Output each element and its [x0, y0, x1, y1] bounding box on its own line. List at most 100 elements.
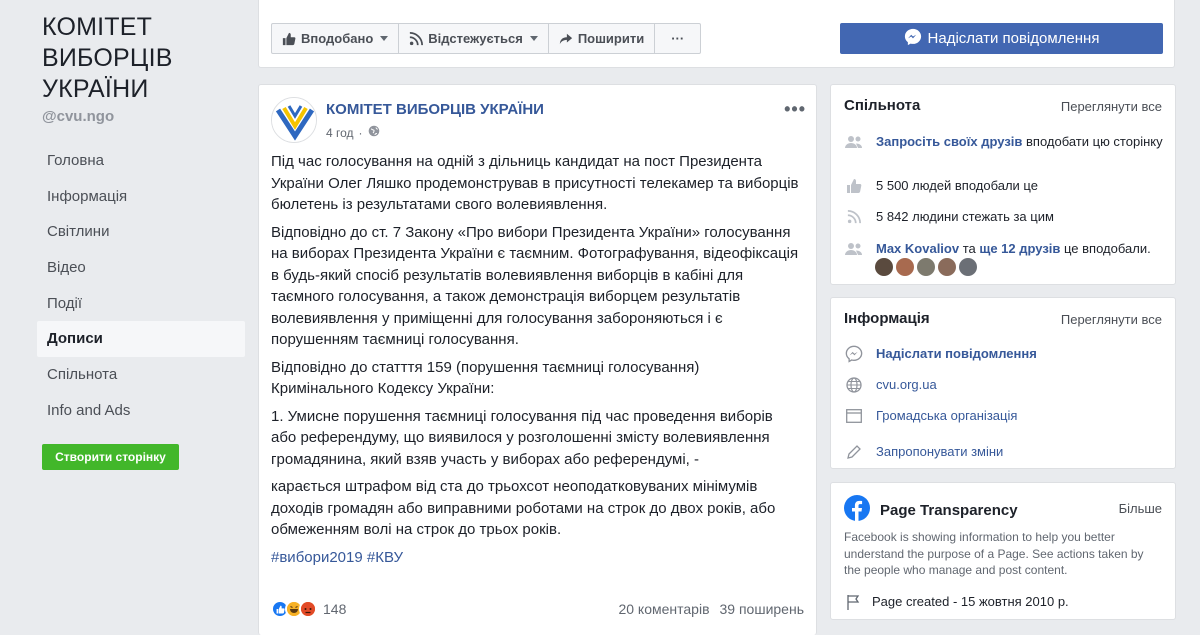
- globe-icon[interactable]: [368, 125, 380, 140]
- share-arrow-icon: [559, 32, 573, 46]
- post-author[interactable]: КОМІТЕТ ВИБОРЦІВ УКРАЇНИ: [326, 101, 544, 118]
- send-message-label: Надіслати повідомлення: [927, 30, 1100, 47]
- messenger-icon: [844, 345, 864, 363]
- info-title: Інформація: [844, 310, 930, 327]
- avatar[interactable]: [938, 258, 956, 276]
- page-created-text: Page created - 15 жовтня 2010 р.: [872, 594, 1069, 609]
- like-button[interactable]: Вподобано: [272, 24, 400, 53]
- avatar[interactable]: [959, 258, 977, 276]
- invite-friends-link[interactable]: Запросіть своїх друзів: [876, 134, 1022, 149]
- rss-icon: [844, 208, 864, 226]
- post-timestamp[interactable]: 4 год: [326, 126, 354, 140]
- post-card: КОМІТЕТ ВИБОРЦІВ УКРАЇНИ 4 год · ••• Під…: [258, 84, 817, 635]
- people-icon: [844, 133, 864, 151]
- post-paragraph: 1. Умисне порушення таємниці голосування…: [271, 407, 773, 468]
- website-row: cvu.org.ua: [844, 376, 1164, 394]
- post-footer: 148 20 коментарів 39 поширень: [271, 600, 804, 618]
- follow-button-label: Відстежується: [428, 31, 523, 46]
- messenger-icon: [904, 28, 922, 50]
- left-column: КОМІТЕТ ВИБОРЦІВ УКРАЇНИ @cvu.ngo Головн…: [0, 0, 252, 635]
- shares-count-link[interactable]: 39 поширень: [720, 601, 804, 617]
- thumbs-up-icon: [282, 32, 296, 46]
- post-options-icon[interactable]: •••: [784, 99, 806, 120]
- flag-icon: [844, 593, 864, 611]
- website-link[interactable]: cvu.org.ua: [876, 376, 937, 394]
- category-row: Громадська організація: [844, 407, 1164, 425]
- nav-item-info-ads[interactable]: Info and Ads: [37, 393, 245, 429]
- transparency-card: Page Transparency Більше Facebook is sho…: [830, 482, 1176, 620]
- reactions-summary[interactable]: 148: [271, 600, 346, 618]
- thumbs-up-icon: [844, 177, 864, 195]
- transparency-title: Page Transparency: [880, 502, 1018, 519]
- friends-like-text: це вподобали.: [1060, 241, 1151, 256]
- community-title: Спільнота: [844, 97, 921, 114]
- community-see-all-link[interactable]: Переглянути все: [1061, 99, 1162, 114]
- nav-item-about[interactable]: Інформація: [37, 179, 245, 215]
- followers-count-text: 5 842 людини стежать за цим: [876, 209, 1054, 224]
- nav-item-community[interactable]: Спільнота: [37, 357, 245, 393]
- nav-item-home[interactable]: Головна: [37, 143, 245, 179]
- info-see-all-link[interactable]: Переглянути все: [1061, 312, 1162, 327]
- post-paragraph: Відповідно до ст. 7 Закону «Про вибори П…: [271, 223, 799, 349]
- info-message-row: Надіслати повідомлення: [844, 345, 1164, 363]
- friend-avatars: [875, 258, 977, 276]
- page-created-row: Page created - 15 жовтня 2010 р.: [844, 593, 1164, 611]
- info-send-message-link[interactable]: Надіслати повідомлення: [876, 345, 1037, 363]
- transparency-description: Facebook is showing information to help …: [844, 530, 1144, 577]
- transparency-more-link[interactable]: Більше: [1119, 501, 1162, 516]
- flag-icon: [844, 407, 864, 425]
- dot-separator: ·: [358, 125, 363, 140]
- chevron-down-icon: [380, 36, 389, 41]
- pencil-icon: [844, 443, 864, 461]
- action-button-group: Вподобано Відстежується Поширити ···: [271, 23, 702, 54]
- category-link[interactable]: Громадська організація: [876, 407, 1017, 425]
- friends-like-row: Max Kovaliov та ще 12 друзів це вподобал…: [844, 240, 1164, 258]
- avatar[interactable]: [896, 258, 914, 276]
- rss-icon: [409, 31, 424, 46]
- facebook-logo-icon: [844, 495, 870, 526]
- create-page-button[interactable]: Створити сторінку: [42, 444, 179, 470]
- people-icon: [844, 240, 864, 258]
- avatar[interactable]: [917, 258, 935, 276]
- nav-item-posts[interactable]: Дописи: [37, 321, 245, 358]
- info-card: Інформація Переглянути все Надіслати пов…: [830, 297, 1176, 469]
- post-meta: 4 год ·: [326, 125, 380, 140]
- post-paragraph: карається штрафом від ста до трьохсот не…: [271, 478, 776, 538]
- more-friends-link[interactable]: ще 12 друзів: [979, 241, 1060, 256]
- engagement-counts: 20 коментарів 39 поширень: [618, 601, 804, 617]
- page-avatar[interactable]: [271, 97, 317, 143]
- invite-friends-row: Запросіть своїх друзів вподобати цю стор…: [844, 133, 1164, 151]
- follow-button[interactable]: Відстежується: [399, 24, 549, 53]
- page-title: КОМІТЕТ ВИБОРЦІВ УКРАЇНИ: [42, 13, 173, 103]
- likes-row: 5 500 людей вподобали це: [844, 177, 1164, 195]
- post-paragraph: Під час голосування на одній з дільниць …: [271, 153, 799, 213]
- friend-mid-text: та: [959, 241, 980, 256]
- share-button[interactable]: Поширити: [549, 24, 656, 53]
- chevron-down-icon: [529, 36, 538, 41]
- nav-item-events[interactable]: Події: [37, 286, 245, 322]
- post-text: Під час голосування на одній з дільниць …: [271, 151, 801, 574]
- invite-friends-text: вподобати цю сторінку: [1022, 134, 1163, 149]
- globe-icon: [844, 376, 864, 394]
- reactions-count: 148: [323, 601, 347, 617]
- friend-name-link[interactable]: Max Kovaliov: [876, 241, 959, 256]
- likes-count-text: 5 500 людей вподобали це: [876, 178, 1038, 193]
- transparency-header: Page Transparency: [844, 495, 1018, 526]
- page-handle[interactable]: @cvu.ngo: [42, 108, 114, 125]
- followers-row: 5 842 людини стежать за цим: [844, 208, 1164, 226]
- more-dots-icon: ···: [671, 31, 685, 46]
- page-nav: Головна Інформація Світлини Відео Події …: [37, 143, 245, 429]
- avatar[interactable]: [875, 258, 893, 276]
- suggest-edits-row: Запропонувати зміни: [844, 443, 1164, 461]
- suggest-edits-link[interactable]: Запропонувати зміни: [876, 443, 1003, 461]
- send-message-button[interactable]: Надіслати повідомлення: [840, 23, 1163, 54]
- more-options-button[interactable]: ···: [655, 24, 700, 53]
- nav-item-photos[interactable]: Світлини: [37, 214, 245, 250]
- like-button-label: Вподобано: [301, 31, 374, 46]
- community-card: Спільнота Переглянути все Запросіть свої…: [830, 84, 1176, 285]
- comments-count-link[interactable]: 20 коментарів: [618, 601, 709, 617]
- share-button-label: Поширити: [577, 31, 645, 46]
- post-hashtags[interactable]: #вибори2019 #КВУ: [271, 547, 801, 569]
- page-actions-bar: Вподобано Відстежується Поширити ··· Над…: [258, 0, 1175, 68]
- nav-item-videos[interactable]: Відео: [37, 250, 245, 286]
